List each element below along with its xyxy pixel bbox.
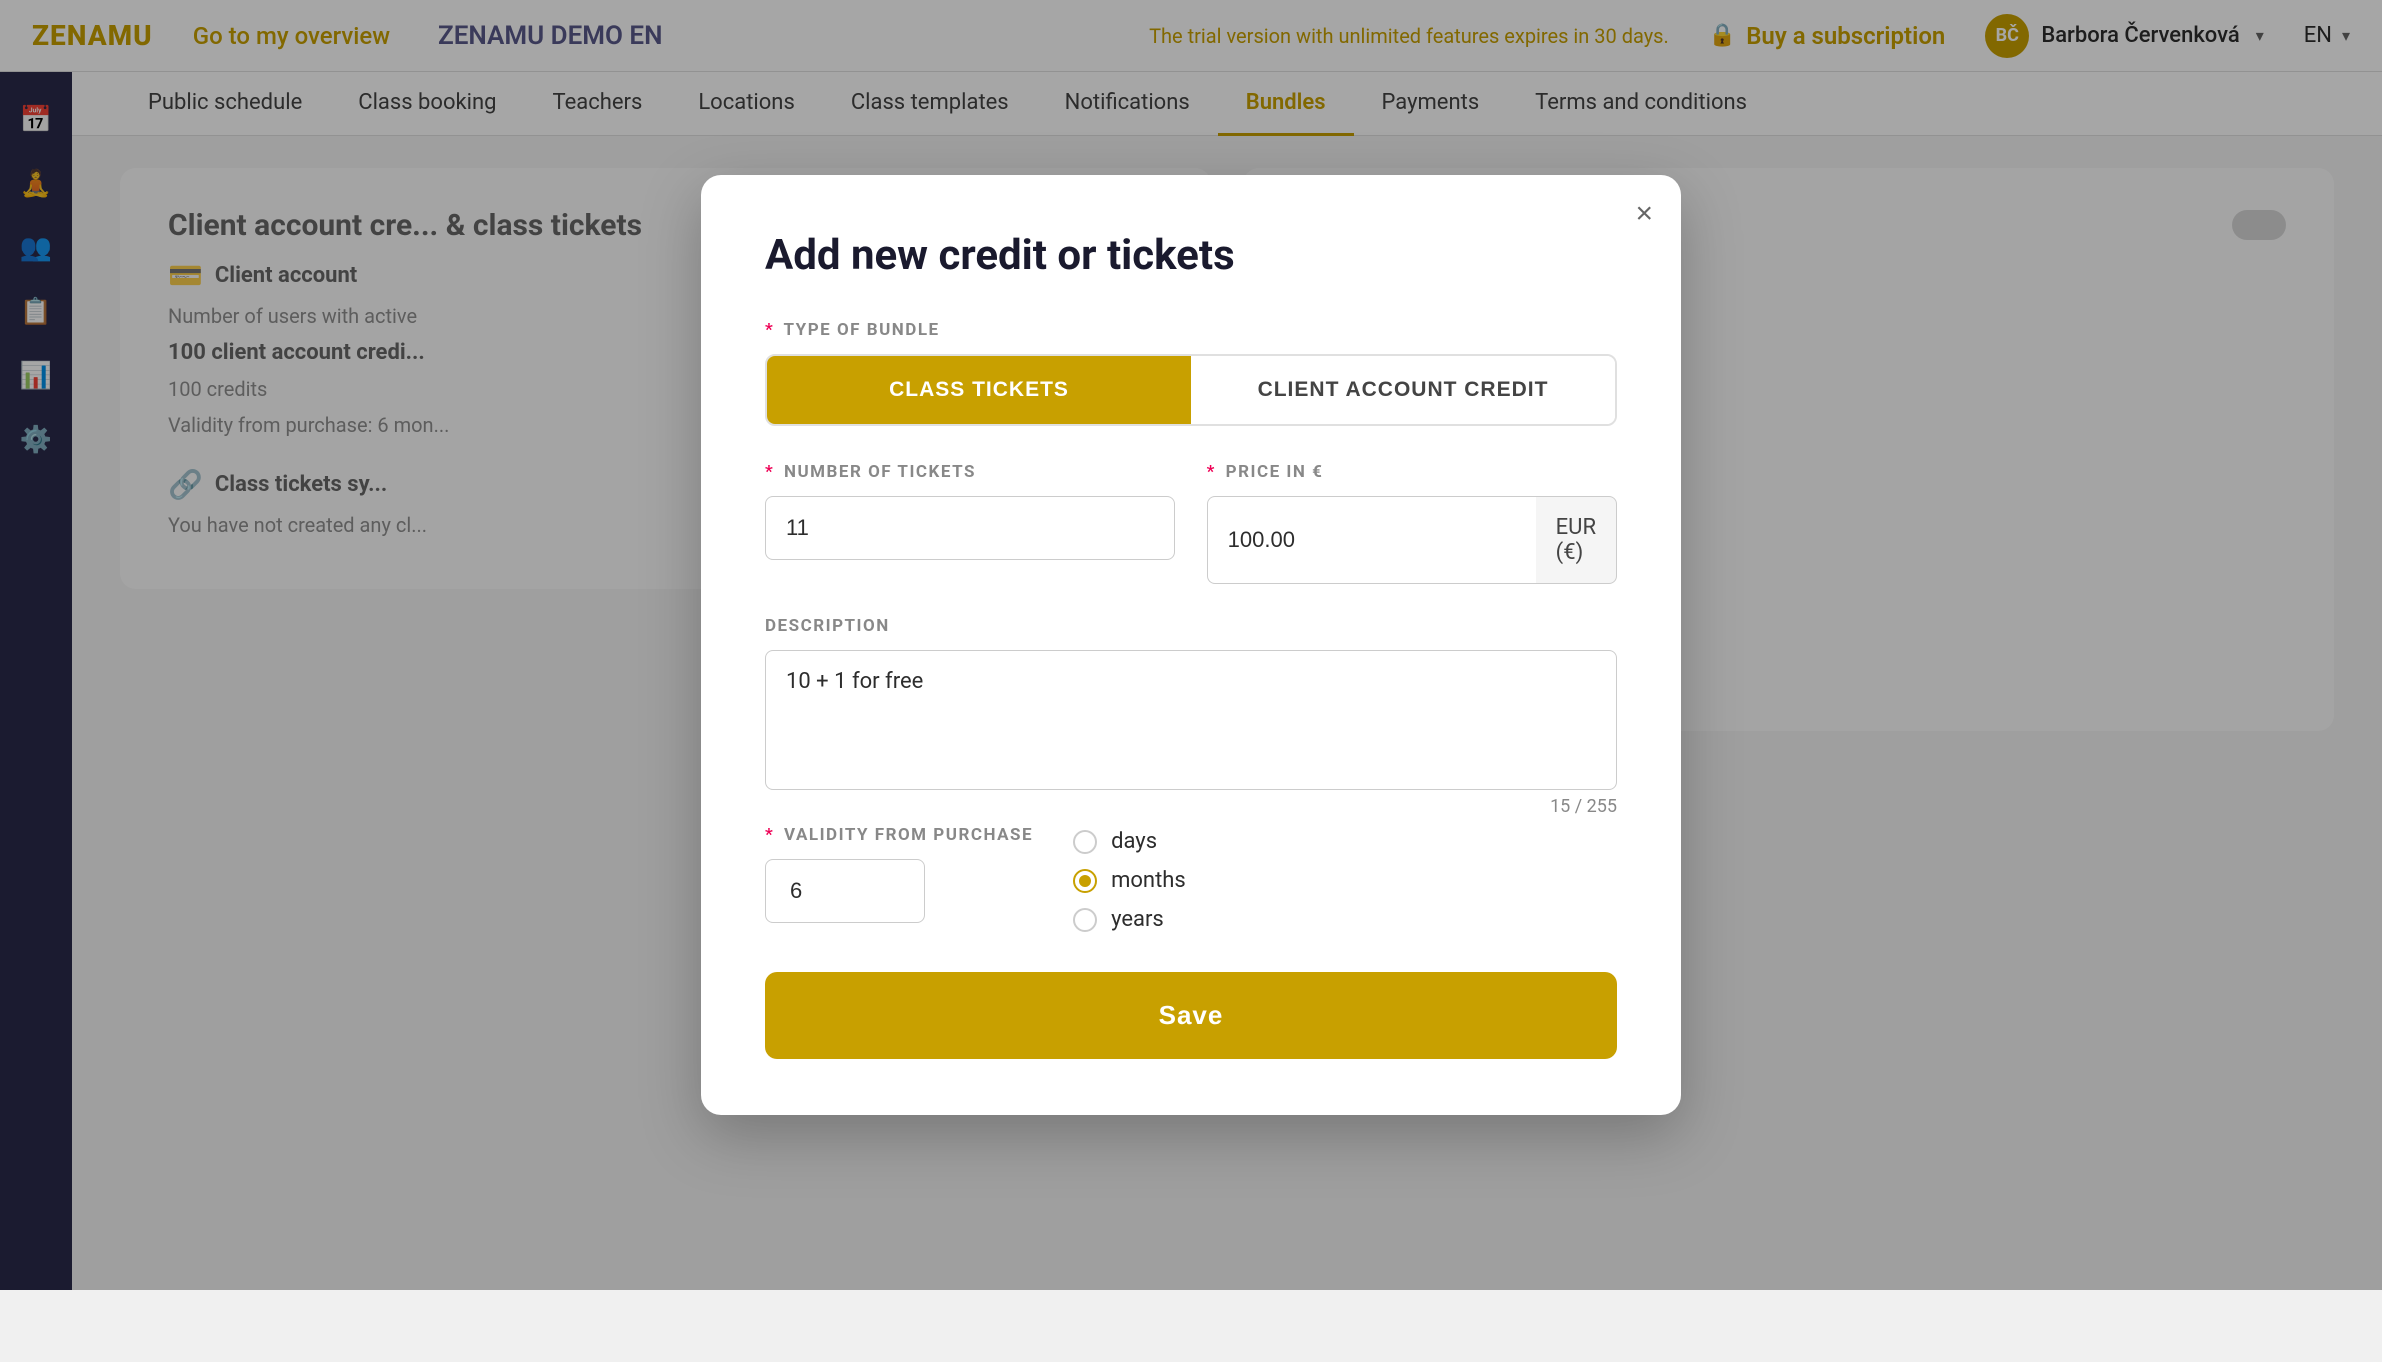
required-star: *	[1207, 462, 1216, 482]
bundle-toggle: CLASS TICKETS CLIENT ACCOUNT CREDIT	[765, 354, 1617, 426]
save-button[interactable]: Save	[765, 972, 1617, 1059]
validity-radio-group: days months years	[1073, 825, 1186, 932]
radio-years-circle	[1073, 908, 1097, 932]
validity-input[interactable]	[765, 859, 925, 923]
price-group: * PRICE IN € EUR (€)	[1207, 462, 1617, 584]
validity-input-group: * VALIDITY FROM PURCHASE	[765, 825, 1033, 923]
radio-years[interactable]: years	[1073, 907, 1186, 932]
price-label: * PRICE IN €	[1207, 462, 1617, 482]
validity-label: * VALIDITY FROM PURCHASE	[765, 825, 1033, 845]
radio-months-circle	[1073, 869, 1097, 893]
price-input-group: EUR (€)	[1207, 496, 1617, 584]
tickets-input[interactable]	[765, 496, 1175, 560]
radio-months-label: months	[1111, 868, 1186, 893]
currency-label: EUR (€)	[1536, 496, 1617, 584]
description-label: DESCRIPTION	[765, 616, 1617, 636]
radio-days[interactable]: days	[1073, 829, 1186, 854]
required-star: *	[765, 462, 774, 482]
description-input[interactable]: 10 + 1 for free	[765, 650, 1617, 790]
client-account-credit-button[interactable]: CLIENT ACCOUNT CREDIT	[1191, 356, 1615, 424]
radio-days-label: days	[1111, 829, 1157, 854]
bundle-type-label: * TYPE OF BUNDLE	[765, 320, 1617, 340]
modal-title: Add new credit or tickets	[765, 231, 1617, 280]
required-star: *	[765, 320, 774, 340]
tickets-label: * NUMBER OF TICKETS	[765, 462, 1175, 482]
description-group: DESCRIPTION 10 + 1 for free 15 / 255	[765, 616, 1617, 817]
modal-close-button[interactable]: ×	[1635, 199, 1653, 229]
tickets-price-row: * NUMBER OF TICKETS * PRICE IN € EUR (€)	[765, 462, 1617, 584]
price-input[interactable]	[1207, 496, 1536, 584]
tickets-group: * NUMBER OF TICKETS	[765, 462, 1175, 584]
char-count: 15 / 255	[765, 796, 1617, 817]
radio-months[interactable]: months	[1073, 868, 1186, 893]
radio-months-dot	[1079, 875, 1091, 887]
bundle-type-group: * TYPE OF BUNDLE CLASS TICKETS CLIENT AC…	[765, 320, 1617, 462]
class-tickets-button[interactable]: CLASS TICKETS	[767, 356, 1191, 424]
radio-days-circle	[1073, 830, 1097, 854]
required-star: *	[765, 825, 774, 845]
validity-row: * VALIDITY FROM PURCHASE days months yea…	[765, 825, 1617, 932]
modal: × Add new credit or tickets * TYPE OF BU…	[701, 175, 1681, 1115]
radio-years-label: years	[1111, 907, 1164, 932]
